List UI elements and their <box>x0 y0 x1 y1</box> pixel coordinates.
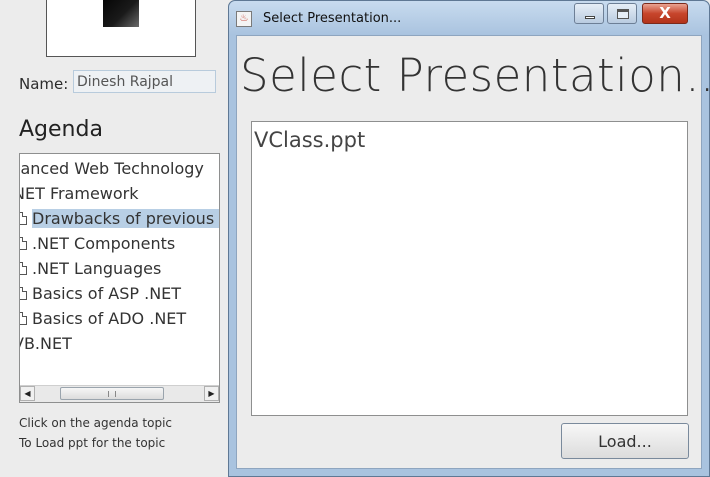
agenda-item[interactable]: .NET Languages <box>20 256 219 281</box>
file-item[interactable]: VClass.ppt <box>254 128 365 152</box>
dialog-title: Select Presentation... <box>263 11 402 26</box>
select-presentation-dialog: ♨ Select Presentation... X Select Presen… <box>228 0 710 477</box>
agenda-item-label: Basics of ADO .NET <box>32 309 187 328</box>
agenda-item[interactable]: Drawbacks of previous la <box>20 206 219 231</box>
agenda-tree[interactable]: vanced Web Technology NET Framework Drawba… <box>19 153 220 403</box>
scroll-thumb[interactable] <box>60 387 164 400</box>
user-photo-frame <box>46 0 196 57</box>
hint-line-2: To Load ppt for the topic <box>19 436 166 450</box>
agenda-item[interactable]: NET Framework <box>19 181 219 206</box>
dialog-title-bar[interactable]: ♨ Select Presentation... X <box>229 1 709 35</box>
document-icon <box>20 237 27 250</box>
document-icon <box>20 262 27 275</box>
minimize-button[interactable] <box>574 3 604 24</box>
maximize-button[interactable] <box>607 3 637 24</box>
minimize-icon <box>585 16 595 19</box>
scroll-left-arrow-icon[interactable]: ◀ <box>20 386 35 401</box>
close-icon: X <box>659 4 671 22</box>
dialog-content: Select Presentation... VClass.ppt Load..… <box>236 35 710 469</box>
scroll-right-arrow-icon[interactable]: ▶ <box>204 386 219 401</box>
grip-icon <box>108 391 116 397</box>
agenda-item[interactable]: .NET Components <box>20 231 219 256</box>
java-icon: ♨ <box>236 11 252 27</box>
maximize-icon <box>617 9 629 19</box>
agenda-item[interactable]: vanced Web Technology <box>19 156 219 181</box>
horizontal-scrollbar[interactable]: ◀ ▶ <box>20 385 219 402</box>
agenda-item-label: NET Framework <box>19 184 139 203</box>
agenda-item-label: Basics of ASP .NET <box>32 284 182 303</box>
agenda-item-label: .NET Components <box>32 234 176 253</box>
name-field[interactable]: Dinesh Rajpal <box>73 70 216 93</box>
agenda-heading: Agenda <box>19 117 103 142</box>
name-label: Name: <box>19 75 69 93</box>
document-icon <box>20 287 27 300</box>
close-button[interactable]: X <box>642 3 688 24</box>
user-photo <box>103 0 139 27</box>
agenda-item[interactable]: Basics of ASP .NET <box>20 281 219 306</box>
agenda-tree-list: vanced Web Technology NET Framework Drawba… <box>19 156 219 356</box>
agenda-item-label: Drawbacks of previous la <box>32 209 219 228</box>
dialog-heading: Select Presentation... <box>240 49 710 102</box>
agenda-item[interactable]: VB.NET <box>20 331 219 356</box>
agenda-item-label: .NET Languages <box>32 259 162 278</box>
agenda-item[interactable]: Basics of ADO .NET <box>20 306 219 331</box>
load-button[interactable]: Load... <box>561 423 689 459</box>
document-icon <box>20 212 27 225</box>
hint-line-1: Click on the agenda topic <box>19 416 173 430</box>
agenda-item-label: vanced Web Technology <box>19 159 204 178</box>
presentation-file-list[interactable]: VClass.ppt <box>251 121 688 416</box>
document-icon <box>20 312 27 325</box>
agenda-item-label: VB.NET <box>20 334 72 353</box>
